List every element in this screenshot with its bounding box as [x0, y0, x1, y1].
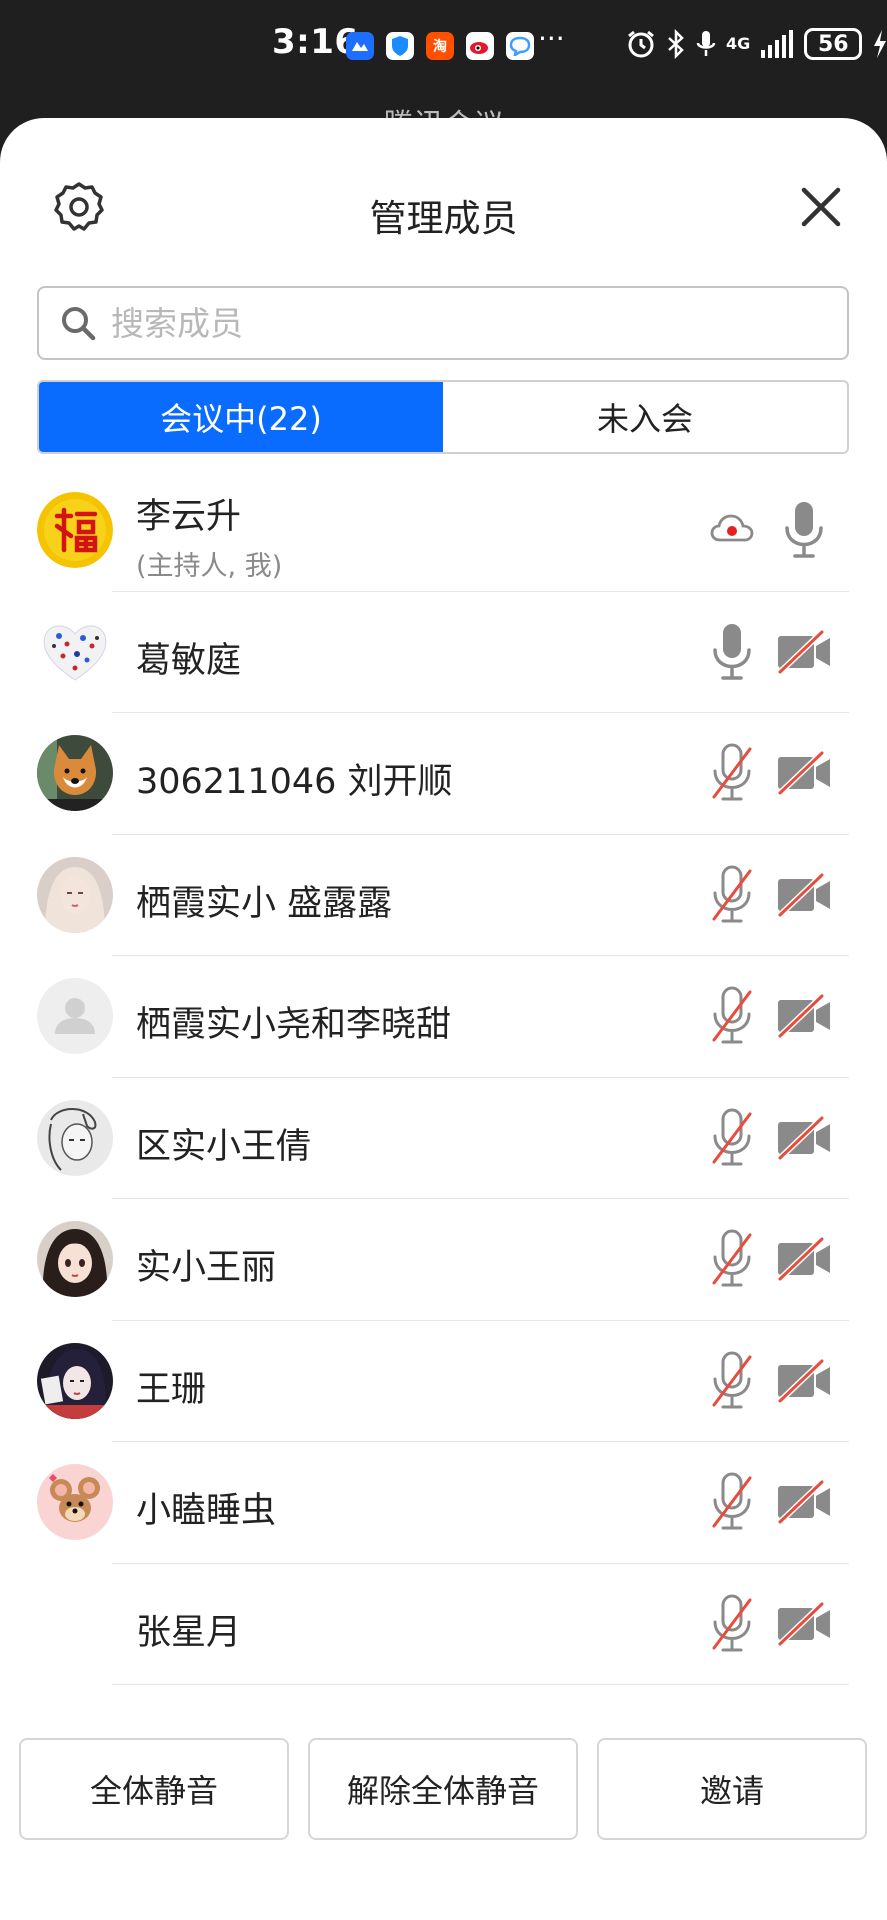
list-item[interactable]: 实小王丽 [0, 1199, 887, 1321]
sketch-avatar [37, 1099, 113, 1176]
tab-in-meeting[interactable]: 会议中(22) [39, 382, 443, 452]
fu-avatar [37, 492, 113, 568]
search-icon [62, 307, 96, 341]
list-item[interactable]: 306211046 刘开顺 [0, 713, 887, 835]
divider [112, 1684, 849, 1685]
member-name: 实小王丽 [136, 1248, 277, 1288]
more-notifications: ··· [538, 22, 565, 55]
camera-off-icon[interactable] [776, 1480, 832, 1524]
list-item[interactable]: 小瞌睡虫 [0, 1442, 887, 1564]
sheet-header: 管理成员 [0, 118, 887, 278]
microphone-icon[interactable] [782, 500, 826, 560]
list-item[interactable]: 葛敏庭 [0, 592, 887, 713]
list-item[interactable]: 张星月 [0, 1564, 887, 1685]
battery-level: 56 [804, 28, 863, 60]
unmute-all-button[interactable]: 解除全体静音 [308, 1738, 578, 1840]
microphone-muted-icon[interactable] [710, 986, 754, 1046]
cloud-recording-icon [710, 514, 754, 542]
member-role: (主持人, 我) [136, 551, 283, 582]
member-name: 葛敏庭 [136, 640, 242, 681]
microphone-muted-icon[interactable] [710, 1472, 754, 1532]
member-name: 栖霞实小尧和李晓甜 [136, 1005, 452, 1045]
camera-off-icon[interactable] [776, 1115, 832, 1160]
anime-girl-avatar [37, 1221, 113, 1297]
bottom-actions: 全体静音 解除全体静音 邀请 [0, 1738, 887, 1842]
manage-members-sheet: 管理成员 会议中(22) 未入会 李云升 (主持人, 我) [0, 118, 887, 1920]
member-name: 李云升 [136, 497, 242, 537]
member-name: 栖霞实小 盛露露 [136, 883, 393, 924]
member-name: 王珊 [136, 1369, 207, 1410]
list-item[interactable]: 王珊 [0, 1321, 887, 1442]
bluetooth-icon [668, 29, 684, 59]
list-item[interactable]: 李云升 (主持人, 我) [0, 470, 887, 592]
tab-not-joined[interactable]: 未入会 [443, 382, 847, 452]
alarm-icon [628, 30, 654, 58]
microphone-muted-icon[interactable] [710, 743, 754, 803]
list-item[interactable]: 栖霞实小尧和李晓甜 [0, 956, 887, 1078]
member-name: 区实小王倩 [136, 1126, 312, 1167]
shield-app-icon [386, 32, 414, 60]
microphone-muted-icon[interactable] [710, 1108, 754, 1168]
status-bar: 3:16 淘 ··· 4G 56 [0, 0, 887, 100]
camera-off-icon[interactable] [776, 629, 832, 674]
member-name: 张星月 [136, 1612, 242, 1653]
chat-app-icon [506, 32, 534, 60]
charging-icon [874, 30, 887, 58]
member-tabs: 会议中(22) 未入会 [37, 380, 849, 454]
list-item[interactable]: 区实小王倩 [0, 1078, 887, 1199]
list-item[interactable]: 栖霞实小 盛露露 [0, 835, 887, 956]
camera-off-icon[interactable] [776, 872, 832, 917]
microphone-muted-icon[interactable] [710, 1594, 754, 1654]
page-title: 管理成员 [369, 197, 518, 240]
microphone-muted-icon[interactable] [710, 1351, 754, 1411]
blue-app-icon [346, 32, 374, 60]
dark-hair-avatar [37, 1342, 113, 1419]
camera-off-icon[interactable] [776, 1237, 832, 1281]
girl-avatar [37, 856, 113, 933]
camera-off-icon[interactable] [776, 994, 832, 1038]
member-list: 李云升 (主持人, 我) 葛敏庭 306211046 刘开顺 栖霞实小 盛露露 … [0, 470, 887, 1685]
camera-off-icon[interactable] [776, 751, 832, 795]
system-icons: 4G 56 [626, 28, 887, 60]
member-name: 小瞌睡虫 [136, 1491, 277, 1531]
mute-all-button[interactable]: 全体静音 [19, 1738, 289, 1840]
weibo-app-icon [466, 32, 494, 60]
search-box[interactable] [37, 286, 849, 360]
search-input[interactable] [111, 303, 791, 343]
taobao-app-icon: 淘 [426, 32, 454, 60]
microphone-status-icon [696, 31, 716, 56]
microphone-muted-icon[interactable] [710, 865, 754, 925]
microphone-muted-icon[interactable] [710, 1229, 754, 1289]
microphone-icon[interactable] [710, 622, 754, 682]
jerry-avatar [37, 1464, 113, 1540]
invite-button[interactable]: 邀请 [597, 1738, 867, 1840]
close-icon[interactable] [798, 184, 844, 230]
network-type: 4G [726, 34, 751, 53]
default-avatar [37, 978, 113, 1054]
camera-off-icon[interactable] [776, 1358, 832, 1403]
member-name: 306211046 刘开顺 [136, 762, 453, 802]
notification-icons: 淘 [346, 32, 534, 60]
heart-avatar [37, 613, 113, 690]
camera-off-icon[interactable] [776, 1601, 832, 1646]
shiba-avatar [37, 735, 113, 811]
signal-icon [761, 30, 794, 58]
